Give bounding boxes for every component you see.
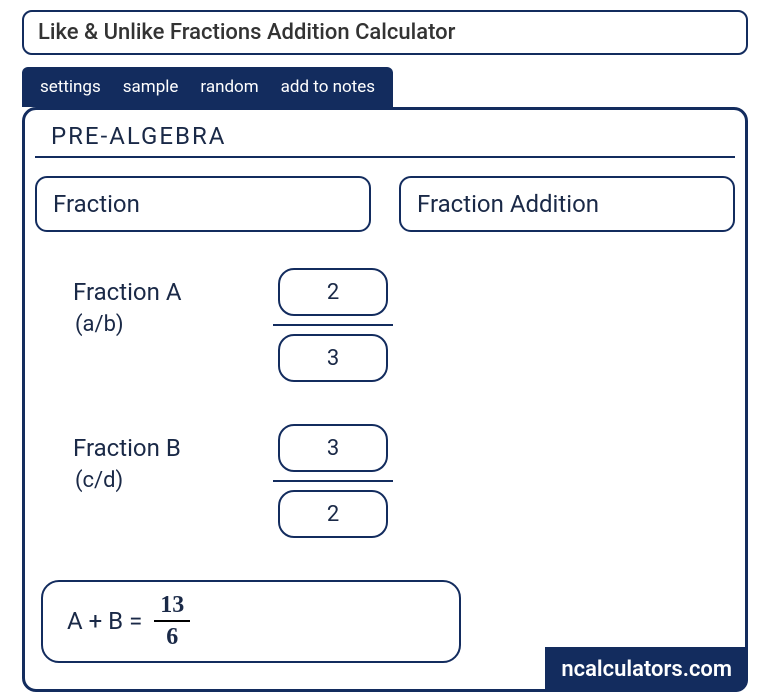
select-operation-label: Fraction Addition bbox=[417, 190, 599, 218]
fraction-b-label-block: Fraction B (c/d) bbox=[73, 424, 223, 493]
fraction-b-denominator-input[interactable] bbox=[278, 490, 388, 538]
tab-add-to-notes[interactable]: add to notes bbox=[281, 77, 375, 97]
fraction-a-row: Fraction A (a/b) bbox=[25, 268, 745, 382]
select-operation[interactable]: Fraction Addition bbox=[399, 176, 735, 232]
select-type-label: Fraction bbox=[53, 190, 140, 218]
select-type[interactable]: Fraction bbox=[35, 176, 371, 232]
selectors-row: Fraction Fraction Addition bbox=[25, 176, 745, 232]
tabs-bar: settings sample random add to notes bbox=[22, 67, 393, 107]
fraction-b-inputs bbox=[273, 424, 393, 538]
tab-settings[interactable]: settings bbox=[40, 77, 101, 97]
fraction-b-sublabel: (c/d) bbox=[75, 468, 223, 493]
fraction-a-label: Fraction A bbox=[73, 278, 223, 306]
section-title: PRE-ALGEBRA bbox=[35, 122, 735, 158]
tab-random[interactable]: random bbox=[200, 77, 258, 97]
brand-label: ncalculators.com bbox=[561, 657, 732, 682]
result-numerator: 13 bbox=[160, 592, 184, 618]
result-bar bbox=[154, 620, 190, 622]
result-label: A + B = bbox=[67, 607, 142, 635]
fraction-a-denominator-input[interactable] bbox=[278, 334, 388, 382]
tab-sample[interactable]: sample bbox=[123, 77, 179, 97]
result-fraction: 13 6 bbox=[154, 592, 190, 651]
fraction-b-row: Fraction B (c/d) bbox=[25, 424, 745, 538]
main-panel: PRE-ALGEBRA Fraction Fraction Addition F… bbox=[22, 107, 748, 692]
fraction-a-inputs bbox=[273, 268, 393, 382]
fraction-a-numerator-input[interactable] bbox=[278, 268, 388, 316]
fraction-a-label-block: Fraction A (a/b) bbox=[73, 268, 223, 337]
fraction-b-divider bbox=[273, 480, 393, 482]
result-box: A + B = 13 6 bbox=[41, 580, 461, 663]
result-denominator: 6 bbox=[166, 624, 178, 650]
brand-badge[interactable]: ncalculators.com bbox=[545, 647, 748, 692]
page-title-box: Like & Unlike Fractions Addition Calcula… bbox=[22, 10, 748, 55]
fraction-a-divider bbox=[273, 324, 393, 326]
fraction-a-sublabel: (a/b) bbox=[75, 312, 223, 337]
page-title: Like & Unlike Fractions Addition Calcula… bbox=[38, 20, 455, 45]
fraction-b-numerator-input[interactable] bbox=[278, 424, 388, 472]
fraction-b-label: Fraction B bbox=[73, 434, 223, 462]
